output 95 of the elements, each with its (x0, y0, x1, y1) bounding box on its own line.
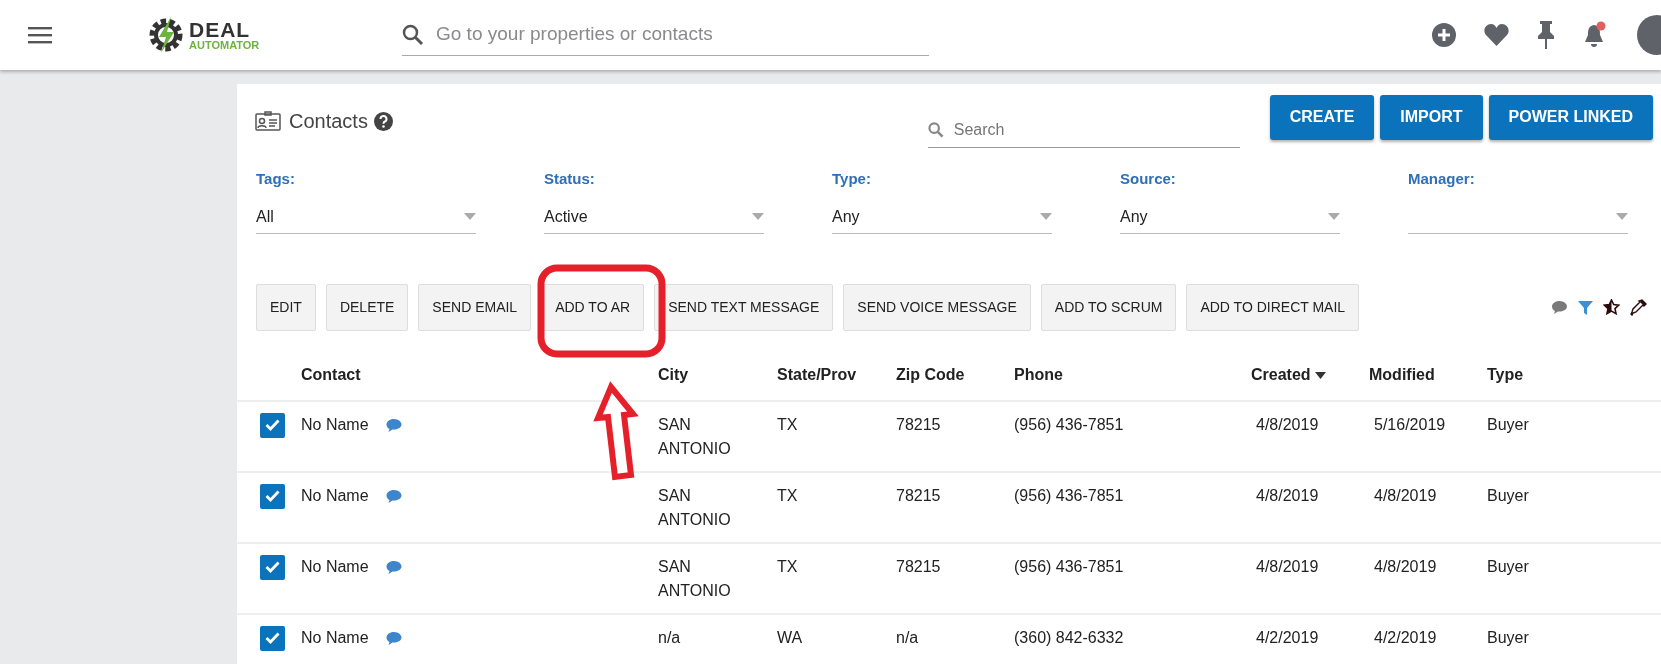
table-cell: 78215 (896, 486, 941, 504)
gear-bolt-icon (147, 15, 185, 55)
action-button[interactable]: POWER LINKED (1488, 94, 1653, 140)
action-button[interactable]: EDIT (256, 283, 316, 331)
table-cell: n/a (896, 628, 919, 646)
table-cell: WA (777, 628, 803, 646)
dropdown-caret-icon (464, 213, 476, 220)
column-header[interactable]: Phone (1013, 350, 1250, 401)
table-cell-text: SAN ANTONIO (658, 414, 732, 459)
star-icon[interactable] (1603, 299, 1620, 315)
check-icon (265, 632, 280, 644)
pin-icon[interactable] (1537, 21, 1555, 49)
check-icon (265, 490, 280, 502)
dropdown-caret-icon (1616, 213, 1628, 220)
action-button[interactable]: SEND VOICE MESSAGE (843, 283, 1031, 331)
table-cell: 78215 (896, 415, 941, 433)
table-cell: TX (777, 486, 798, 504)
table-cell: 4/8/2019 (1256, 486, 1319, 504)
heart-icon[interactable] (1484, 24, 1509, 46)
table-cell: 4/8/2019 (1374, 486, 1437, 504)
check-icon (265, 561, 280, 573)
table-cell: 4/2/2019 (1374, 628, 1437, 646)
add-icon[interactable] (1432, 23, 1456, 47)
table-cell: TX (777, 415, 798, 433)
action-button[interactable]: CREATE (1269, 94, 1375, 140)
row-checkbox[interactable] (260, 554, 285, 580)
table-cell: (956) 436-7851 (1014, 557, 1124, 575)
eyedropper-icon[interactable] (1630, 298, 1647, 316)
contact-name[interactable]: No Name (301, 628, 369, 646)
table-cell: 4/8/2019 (1256, 415, 1319, 433)
dropdown-caret-icon (1040, 213, 1052, 220)
comment-icon[interactable] (384, 488, 403, 504)
bell-icon[interactable] (1583, 21, 1607, 49)
comment-icon[interactable] (384, 559, 403, 575)
table-cell: TX (777, 557, 798, 575)
contact-name[interactable]: No Name (301, 415, 369, 433)
action-button[interactable]: ADD TO SCRUM (1040, 283, 1177, 331)
filter-icon[interactable] (1578, 299, 1593, 315)
filter-label: Tags: (256, 169, 296, 189)
filter-label: Type: (832, 169, 872, 189)
table-cell: 4/8/2019 (1374, 557, 1437, 575)
table-cell-text: SAN ANTONIO (658, 485, 732, 530)
logo-text: DEAL (189, 19, 252, 39)
dropdown[interactable]: Any (832, 196, 1052, 234)
comment-icon[interactable] (1551, 299, 1568, 315)
table-cell: (956) 436-7851 (1014, 415, 1124, 433)
filter-label: Status: (544, 169, 596, 189)
column-header[interactable]: Contact (300, 350, 657, 401)
row-checkbox[interactable] (260, 625, 285, 651)
column-header[interactable]: State/Prov (776, 350, 895, 401)
action-button[interactable]: SEND TEXT MESSAGE (654, 283, 834, 331)
table-cell: 78215 (896, 557, 941, 575)
table-cell-text: SAN ANTONIO (658, 556, 732, 601)
avatar-icon[interactable] (1635, 13, 1661, 57)
column-header[interactable]: City (657, 350, 776, 401)
table-cell: 4/8/2019 (1256, 557, 1319, 575)
page-title: Contacts (289, 109, 368, 134)
dropdown[interactable]: All (256, 196, 476, 234)
dropdown[interactable]: Active (544, 196, 764, 234)
help-icon[interactable] (373, 111, 393, 131)
table-cell: 4/2/2019 (1256, 628, 1319, 646)
dropdown-caret-icon (1328, 213, 1340, 220)
search-icon (402, 23, 424, 46)
table-cell: Buyer (1487, 557, 1529, 575)
action-button[interactable]: ADD TO DIRECT MAIL (1186, 283, 1360, 331)
column-header[interactable]: Created (1250, 350, 1368, 401)
dropdown-caret-icon (752, 213, 764, 220)
search-icon (927, 121, 944, 138)
table-cell: Buyer (1487, 415, 1529, 433)
check-icon (265, 419, 280, 431)
contact-name[interactable]: No Name (301, 486, 369, 504)
column-header[interactable]: Zip Code (895, 350, 1013, 401)
filter-label: Source: (1120, 169, 1177, 189)
table-cell-text: n/a (658, 627, 681, 648)
column-header[interactable]: Modified (1368, 350, 1486, 401)
column-header[interactable]: Type (1486, 350, 1661, 401)
action-button[interactable]: SEND EMAIL (418, 283, 532, 331)
row-checkbox[interactable] (260, 483, 285, 509)
table-cell: (360) 842-6332 (1014, 628, 1124, 646)
table-cell: Buyer (1487, 486, 1529, 504)
dropdown[interactable]: Any (1120, 196, 1340, 234)
comment-icon[interactable] (384, 630, 403, 646)
menu-icon[interactable] (28, 26, 52, 44)
action-button[interactable]: DELETE (325, 283, 409, 331)
contact-name[interactable]: No Name (301, 557, 369, 575)
table-cell: 5/16/2019 (1374, 415, 1446, 433)
table-cell: (956) 436-7851 (1014, 486, 1124, 504)
contact-card-icon (255, 111, 281, 131)
action-button[interactable]: IMPORT (1380, 94, 1483, 140)
filter-label: Manager: (1408, 169, 1476, 189)
comment-icon[interactable] (384, 417, 403, 433)
logo-subtext: AUTOMATOR (189, 38, 260, 51)
search-field[interactable]: Go to your properties or contacts (434, 19, 929, 50)
table-cell: Buyer (1487, 628, 1529, 646)
row-checkbox[interactable] (260, 412, 285, 438)
